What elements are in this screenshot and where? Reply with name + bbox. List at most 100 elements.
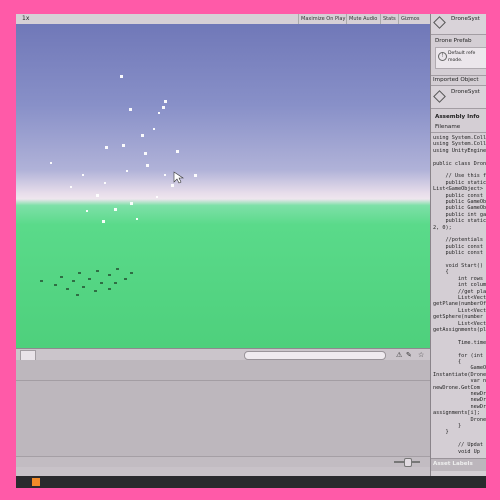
- code-line: newDrone.GetCom: [433, 384, 480, 391]
- code-line: using UnityEngine;: [433, 147, 486, 154]
- search-input[interactable]: [244, 351, 386, 360]
- inspector-header: DroneSyst: [431, 14, 486, 35]
- code-line: void Start(): [433, 263, 483, 269]
- code-line: getAssignments(pla: [433, 327, 486, 333]
- drone: [104, 182, 106, 184]
- prefab-label: Drone Prefab: [435, 38, 472, 44]
- code-line: getPlane(numberOf: [433, 301, 486, 308]
- drone: [146, 164, 149, 167]
- drone: [176, 150, 179, 153]
- code-line: // Updat: [433, 442, 483, 449]
- pencil-icon[interactable]: ✎: [406, 350, 412, 360]
- code-line: public const floa: [445, 243, 483, 250]
- project-panel: [16, 360, 430, 456]
- drone: [171, 184, 174, 187]
- drone: [162, 106, 165, 109]
- code-line: public class DroneS: [433, 160, 486, 167]
- drone: [156, 196, 158, 198]
- os-taskbar: [16, 476, 486, 488]
- drone: [70, 186, 72, 188]
- drone: [164, 100, 167, 103]
- code-line: void Up: [433, 448, 480, 455]
- mouse-cursor: [173, 171, 184, 184]
- code-line: int columns =: [457, 282, 486, 289]
- divider: [431, 75, 486, 76]
- code-line: // Use this for in: [445, 173, 486, 180]
- code-line: public const floa: [445, 250, 483, 257]
- drone: [102, 220, 105, 223]
- code-line: List<GameObject>: [433, 186, 483, 193]
- drone: [86, 210, 88, 212]
- star-icon[interactable]: ☆: [418, 350, 424, 360]
- code-line: 2, 0);: [433, 224, 452, 231]
- code-line: List<Vector3>: [457, 320, 486, 327]
- code-line: {: [433, 269, 449, 276]
- code-line: List<Vector3>: [457, 295, 486, 301]
- filename-label: Filename: [435, 124, 461, 130]
- game-scene[interactable]: [16, 24, 430, 348]
- code-line: List<Vector3>: [457, 307, 486, 314]
- stats-button[interactable]: Stats: [380, 14, 398, 24]
- drone: [141, 134, 144, 137]
- unity-editor-window: 1x Maximize On Play Mute Audio Stats Giz…: [16, 14, 486, 488]
- drone: [114, 208, 117, 211]
- imported-object-label: Imported Object: [433, 77, 479, 83]
- code-line: getSphere(number: [433, 314, 483, 321]
- code-line: newDrone: [470, 391, 486, 397]
- drone: [122, 144, 125, 147]
- gizmos-button[interactable]: Gizmos: [398, 14, 421, 24]
- drone: [105, 146, 108, 149]
- zoom-slider-knob[interactable]: [404, 458, 412, 467]
- drone: [144, 152, 147, 155]
- mute-audio-button[interactable]: Mute Audio: [346, 14, 379, 24]
- drone: [50, 162, 52, 164]
- code-line: public const int r: [445, 192, 483, 199]
- code-line: public int gap =: [445, 211, 486, 218]
- asset-labels-title: Asset Labels: [433, 461, 473, 467]
- code-line: newDrone: [470, 403, 486, 410]
- drone-particles: [40, 75, 197, 296]
- help-text-2: mode.: [448, 58, 463, 63]
- warning-icon[interactable]: ⚠: [396, 350, 402, 360]
- code-line: using System.Colle: [433, 141, 486, 148]
- info-icon: !: [438, 52, 447, 61]
- drone: [194, 174, 197, 177]
- object-title: DroneSyst: [451, 16, 480, 22]
- asset-labels-bar: Asset Labels: [431, 458, 486, 471]
- drone: [158, 112, 160, 114]
- code-line: newDrone: [470, 397, 486, 404]
- code-line: Instantiate(DroneP: [433, 371, 486, 378]
- drone: [96, 194, 99, 197]
- code-line: //potentials: [433, 237, 483, 244]
- maximize-on-play-button[interactable]: Maximize On Play: [298, 14, 347, 24]
- code-line: Time.timeSca: [457, 339, 486, 346]
- drone: [130, 202, 133, 205]
- code-line: Drones.Ad: [470, 416, 486, 423]
- code-line: //get plane co: [457, 288, 486, 295]
- app-icon[interactable]: [32, 478, 40, 486]
- status-bar: [16, 456, 430, 467]
- code-line: public static List<: [445, 179, 486, 186]
- code-line: {: [433, 359, 462, 365]
- help-text: Default refe: [448, 51, 476, 56]
- code-line: assignments[i];: [433, 410, 480, 417]
- script-title: DroneSyst: [451, 89, 480, 95]
- code-line: }: [433, 429, 449, 436]
- drone: [153, 128, 155, 130]
- code-line: }: [433, 423, 462, 429]
- code-line: GameObje: [470, 365, 486, 372]
- divider: [431, 132, 486, 133]
- panel-divider: [16, 380, 430, 381]
- code-line: public GameObj: [433, 199, 486, 205]
- drone: [82, 174, 84, 176]
- drone: [136, 218, 138, 220]
- code-line: int rows = 8;: [457, 275, 483, 282]
- script-icon: [433, 90, 446, 103]
- drone: [164, 174, 166, 176]
- assembly-info-label: Assembly Info: [435, 114, 480, 120]
- gameobject-icon: [433, 16, 446, 29]
- script-header: DroneSyst: [431, 86, 486, 109]
- code-line: public static Vect: [445, 218, 486, 225]
- help-box: ! Default refe mode.: [435, 47, 486, 69]
- scale-label[interactable]: 1x: [22, 14, 29, 24]
